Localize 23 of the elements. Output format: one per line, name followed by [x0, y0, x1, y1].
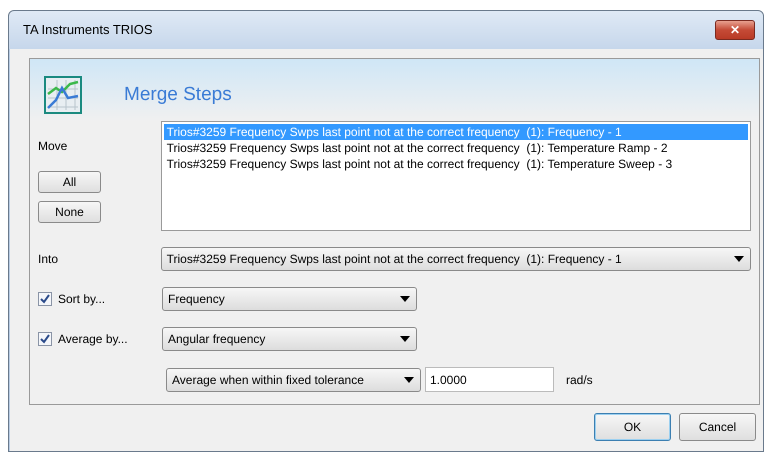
step-item[interactable]: Trios#3259 Frequency Swps last point not at the correct frequency (1): Temperature Sweep - 3 [164, 156, 748, 172]
average-checkbox[interactable] [38, 332, 52, 346]
average-dropdown[interactable]: Angular frequency [162, 327, 417, 351]
unit-label: rad/s [565, 372, 593, 388]
step-list[interactable] [160, 121, 751, 231]
move-label: Move [38, 138, 68, 155]
chart-icon [44, 76, 82, 114]
move-button[interactable]: None [38, 201, 101, 223]
move-button[interactable]: All [38, 171, 101, 193]
dialog-button[interactable]: Cancel [679, 413, 756, 441]
dialog-button[interactable]: OK [594, 413, 671, 441]
into-label: Into [38, 251, 60, 268]
sort-checkbox[interactable] [38, 292, 52, 306]
sort-dropdown[interactable]: Frequency [162, 287, 417, 311]
tolerance-mode-dropdown[interactable]: Average when within fixed tolerance [166, 368, 421, 392]
into-dropdown[interactable]: Trios#3259 Frequency Swps last point not at the correct frequency (1): Frequency - 1 [160, 247, 751, 271]
dialog-title: Merge Steps [124, 82, 232, 107]
window-title: TA Instruments TRIOS [23, 21, 153, 40]
average-label: Average by... [58, 331, 128, 348]
tolerance-field[interactable]: 1.0000 [425, 367, 554, 392]
sort-label: Sort by... [58, 291, 106, 308]
close-button[interactable]: ✕ [715, 20, 755, 40]
step-item[interactable]: Trios#3259 Frequency Swps last point not at the correct frequency (1): Temperature Ramp - 2 [164, 140, 748, 156]
